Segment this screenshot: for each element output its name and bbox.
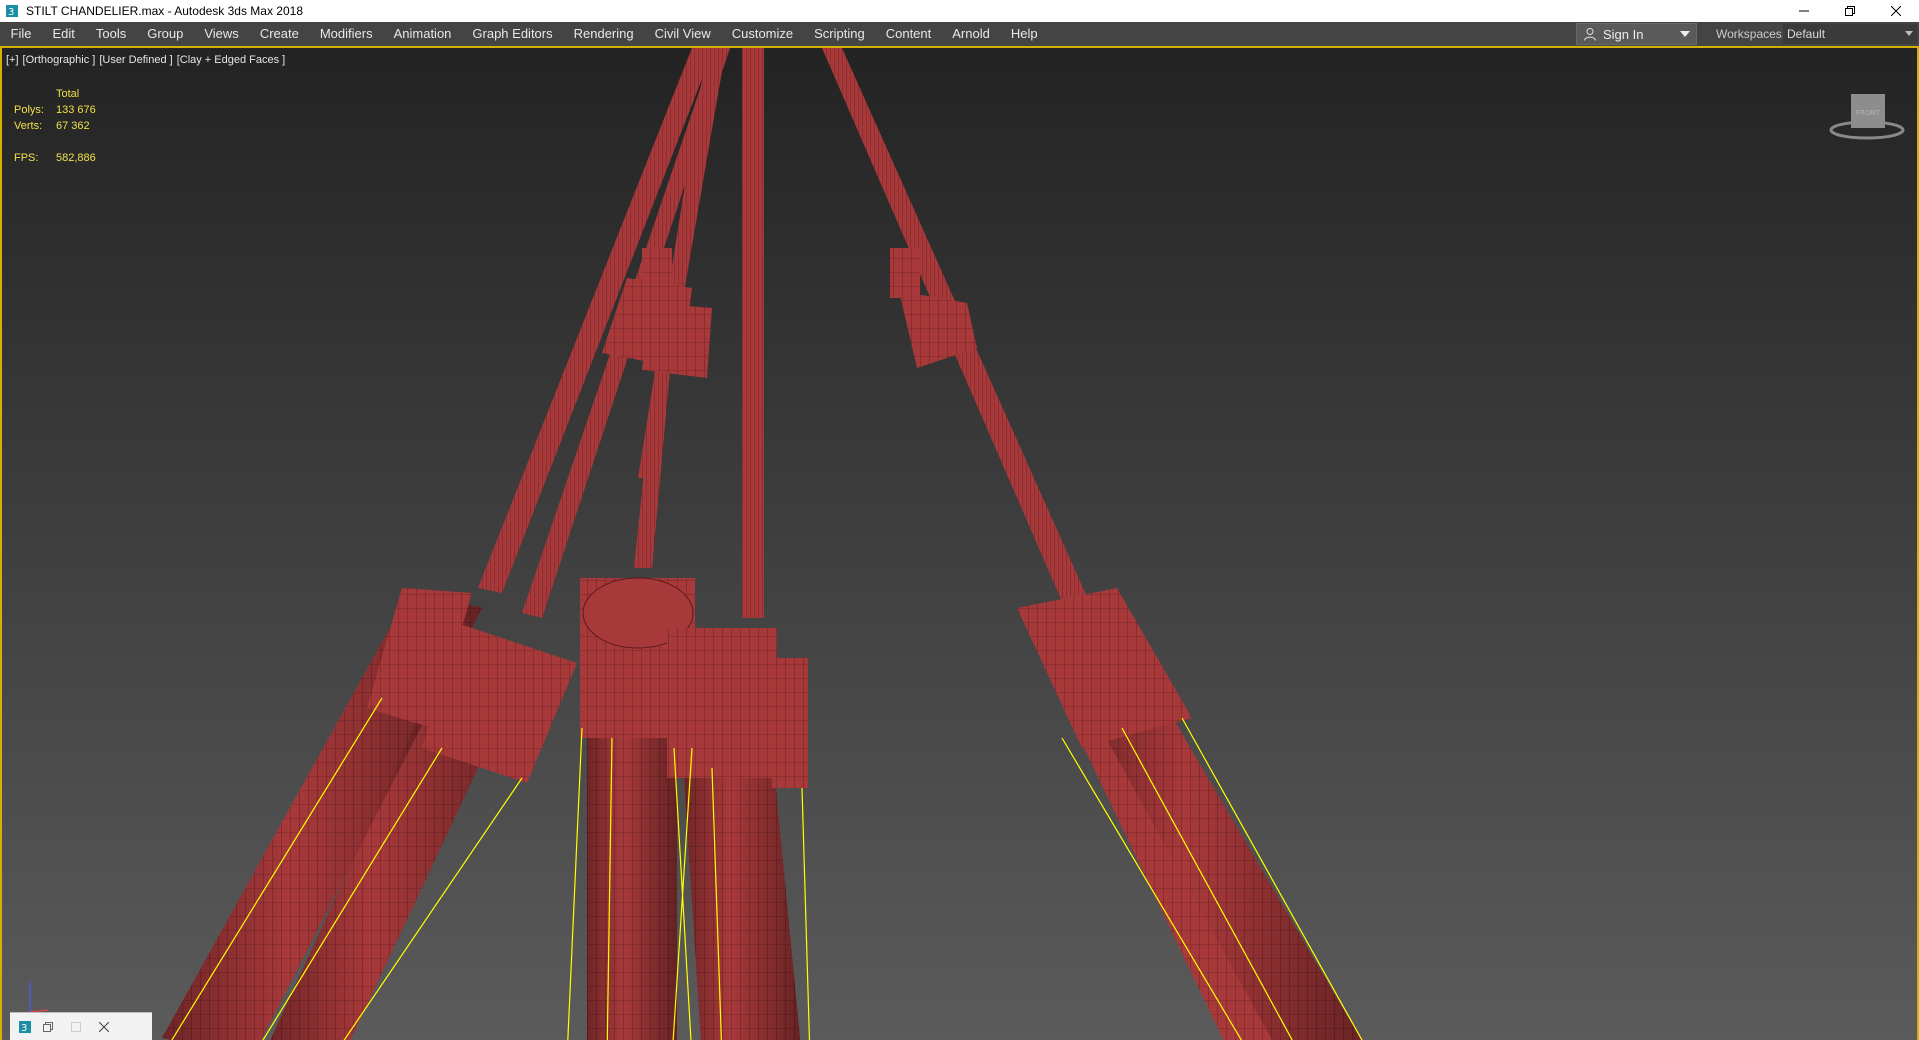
- svg-text:z: z: [28, 980, 32, 988]
- menu-create[interactable]: Create: [249, 22, 309, 46]
- viewport-shading-mode[interactable]: [Clay + Edged Faces ]: [177, 54, 286, 66]
- menu-arnold[interactable]: Arnold: [942, 22, 1001, 46]
- polys-value: 133 676: [56, 104, 96, 116]
- svg-text:3: 3: [21, 1023, 27, 1034]
- menu-group[interactable]: Group: [137, 22, 194, 46]
- chevron-down-icon: [1905, 31, 1913, 36]
- workspaces-dropdown[interactable]: Default: [1783, 24, 1917, 44]
- close-icon[interactable]: [1873, 0, 1919, 22]
- stats-header: Total: [56, 88, 80, 100]
- menu-bar: File Edit Tools Group Views Create Modif…: [0, 22, 1919, 46]
- close-icon[interactable]: [90, 1016, 118, 1038]
- menu-tools[interactable]: Tools: [85, 22, 136, 46]
- menu-modifiers[interactable]: Modifiers: [309, 22, 383, 46]
- menu-content[interactable]: Content: [875, 22, 942, 46]
- menu-file[interactable]: File: [0, 22, 42, 46]
- svg-text:3: 3: [8, 7, 14, 18]
- perspective-viewport[interactable]: [+] [Orthographic ] [User Defined ] [Clay +…: [0, 46, 1919, 1040]
- menu-rendering[interactable]: Rendering: [563, 22, 644, 46]
- viewport-label[interactable]: [+] [Orthographic ] [User Defined ] [Clay +…: [6, 54, 289, 66]
- title-bar: 3 STILT CHANDELIER.max - Autodesk 3ds Ma…: [0, 0, 1919, 22]
- chevron-down-icon: [1680, 31, 1690, 37]
- user-icon: [1584, 28, 1596, 41]
- workspaces-value: Default: [1787, 27, 1826, 41]
- 3ds-max-icon: 3: [16, 1018, 34, 1036]
- menu-graph-editors[interactable]: Graph Editors: [462, 22, 563, 46]
- fps-value: 582,886: [56, 152, 96, 164]
- menu-scripting[interactable]: Scripting: [804, 22, 876, 46]
- minimized-window-tab[interactable]: 3: [10, 1012, 152, 1040]
- restore-icon[interactable]: [1827, 0, 1873, 22]
- menu-views[interactable]: Views: [194, 22, 249, 46]
- viewcube[interactable]: FRONT: [1827, 88, 1907, 148]
- menu-animation[interactable]: Animation: [383, 22, 462, 46]
- menu-civil-view[interactable]: Civil View: [644, 22, 721, 46]
- workspaces-label: Workspaces:: [1716, 27, 1786, 41]
- window-controls: [1781, 0, 1919, 22]
- viewport-point-of-view[interactable]: [Orthographic ]: [23, 54, 96, 66]
- 3ds-max-icon: 3: [4, 3, 20, 19]
- sign-in-button[interactable]: Sign In: [1576, 23, 1697, 45]
- sign-in-label: Sign In: [1603, 26, 1644, 42]
- viewport-standard-mode[interactable]: [User Defined ]: [99, 54, 172, 66]
- viewport-plus-menu[interactable]: [+]: [6, 54, 19, 66]
- verts-value: 67 362: [56, 120, 90, 132]
- menu-edit[interactable]: Edit: [42, 22, 85, 46]
- menu-help[interactable]: Help: [1000, 22, 1048, 46]
- viewport-statistics: Total Polys: 133 676 Verts: 67 362 FPS: 582…: [14, 86, 96, 166]
- maximize-icon[interactable]: [62, 1016, 90, 1038]
- menu-customize[interactable]: Customize: [721, 22, 803, 46]
- restore-icon[interactable]: [34, 1016, 62, 1038]
- viewcube-face-label: FRONT: [1856, 109, 1881, 117]
- minimize-icon[interactable]: [1781, 0, 1827, 22]
- polys-label: Polys:: [14, 104, 44, 116]
- verts-label: Verts:: [14, 120, 43, 132]
- window-title: STILT CHANDELIER.max - Autodesk 3ds Max …: [26, 4, 304, 18]
- fps-label: FPS:: [14, 152, 39, 164]
- viewport-scene[interactable]: [2, 48, 1917, 1040]
